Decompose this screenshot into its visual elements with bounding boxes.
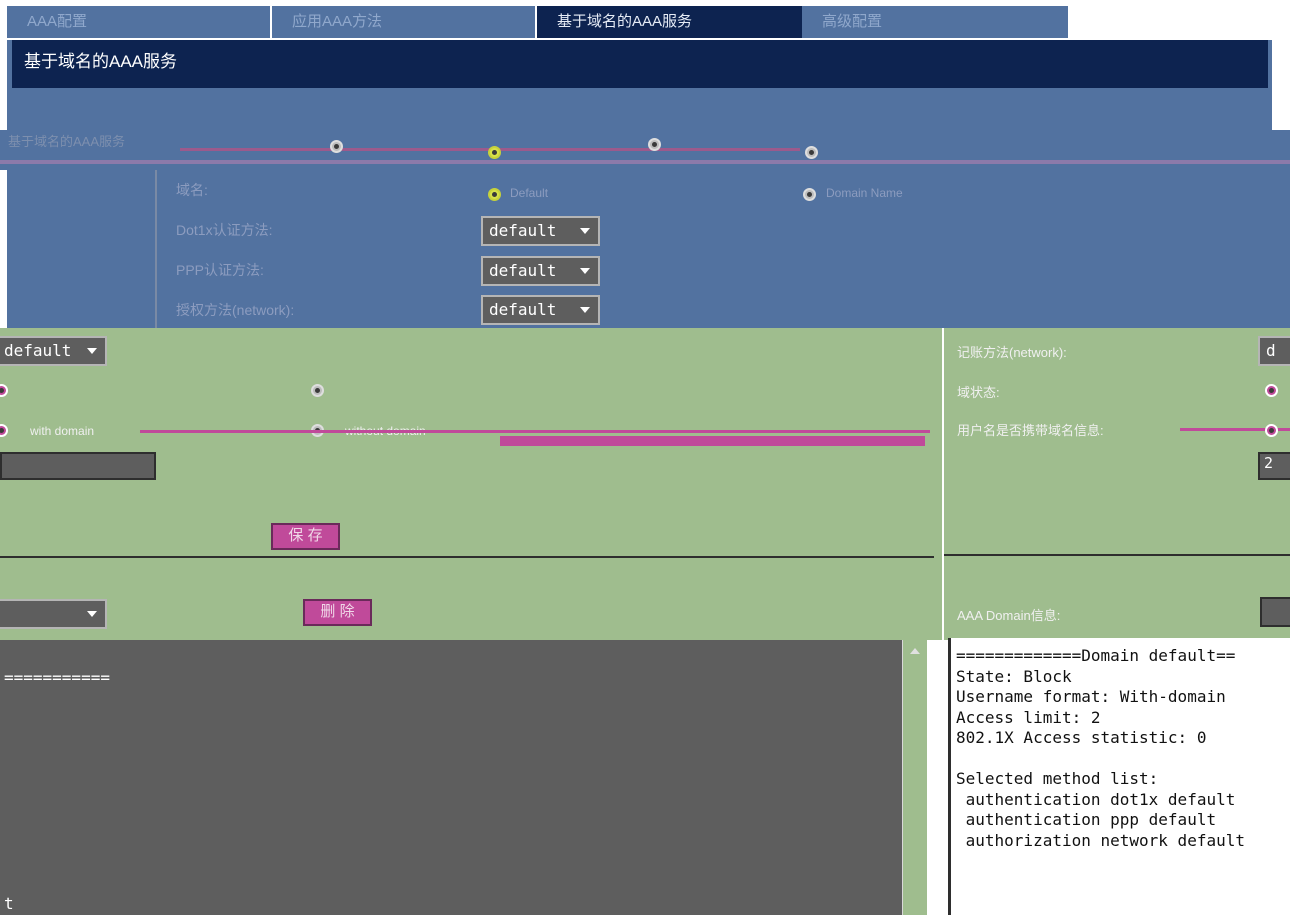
aaa-domain-select[interactable] <box>1260 597 1290 627</box>
scope-label: 基于域名的AAA服务 <box>8 134 126 149</box>
chevron-down-icon <box>87 611 97 617</box>
domain-info-text: =============Domain default== State: Blo… <box>956 646 1245 850</box>
form-lower-left <box>0 328 942 640</box>
form-lower-right <box>944 328 1290 640</box>
aaa-domain-info-label: AAA Domain信息: <box>957 608 1061 623</box>
username-radio[interactable] <box>1265 424 1278 437</box>
ppp-select[interactable]: default <box>481 256 600 286</box>
username-format-label: 用户名是否携带域名信息: <box>957 423 1104 438</box>
acct-method-select-value: d <box>1266 341 1276 360</box>
console-scrollbar[interactable] <box>902 640 927 915</box>
authz-select-value: default <box>489 300 557 319</box>
console-line: =========== <box>4 668 110 687</box>
ppp-select-value: default <box>489 261 557 280</box>
authz-label: 授权方法(network): <box>176 302 295 318</box>
acct-method-label: 记账方法(network): <box>957 345 1067 360</box>
radio-icon[interactable] <box>648 138 661 151</box>
domain-delete-select[interactable] <box>0 599 107 629</box>
domain-name-radio[interactable] <box>803 188 816 201</box>
acct-method-select[interactable]: d <box>1258 336 1290 366</box>
divider <box>944 554 1290 556</box>
domain-label: 域名: <box>176 182 208 198</box>
dot1x-select-value: default <box>489 221 557 240</box>
divider <box>0 556 934 558</box>
radio-icon[interactable] <box>330 140 343 153</box>
chevron-down-icon <box>580 307 590 313</box>
state-radio[interactable] <box>311 384 324 397</box>
render-artifact <box>500 436 925 446</box>
domain-name-label: Domain Name <box>826 186 903 200</box>
dot1x-select[interactable]: default <box>481 216 600 246</box>
delete-button[interactable]: 删 除 <box>303 599 372 626</box>
limit-input[interactable] <box>0 452 156 480</box>
acct-select-value: default <box>4 341 72 360</box>
tab-advanced-config[interactable]: 高级配置 <box>802 6 1068 38</box>
tab-domain-aaa-service[interactable]: 基于域名的AAA服务 <box>537 6 802 38</box>
render-artifact <box>140 430 930 433</box>
chevron-down-icon <box>580 268 590 274</box>
with-domain-label: with domain <box>30 424 95 438</box>
state-radio[interactable] <box>1265 384 1278 397</box>
domain-info-panel: =============Domain default== State: Blo… <box>948 638 1290 915</box>
save-button[interactable]: 保 存 <box>271 523 340 550</box>
console-line: t <box>4 894 14 913</box>
render-artifact <box>0 160 1290 164</box>
chevron-down-icon <box>580 228 590 234</box>
config-console: =========== t <box>0 640 902 915</box>
access-limit-value: 2 <box>1264 454 1274 472</box>
domain-default-label: Default <box>510 186 549 200</box>
radio-icon[interactable] <box>805 146 818 159</box>
tab-apply-aaa-method[interactable]: 应用AAA方法 <box>272 6 535 38</box>
chevron-down-icon <box>87 348 97 354</box>
tab-aaa-config[interactable]: AAA配置 <box>7 6 270 38</box>
domain-default-radio[interactable] <box>488 188 501 201</box>
scroll-up-icon[interactable] <box>910 648 920 654</box>
authz-select[interactable]: default <box>481 295 600 325</box>
ppp-label: PPP认证方法: <box>176 262 264 278</box>
page-title: 基于域名的AAA服务 <box>12 40 1268 88</box>
access-limit-input[interactable]: 2 <box>1258 452 1290 480</box>
dot1x-label: Dot1x认证方法: <box>176 222 273 238</box>
radio-icon[interactable] <box>488 146 501 159</box>
acct-select[interactable]: default <box>0 336 107 366</box>
domain-state-label: 域状态: <box>957 385 1000 400</box>
form-sidebar <box>7 170 157 328</box>
